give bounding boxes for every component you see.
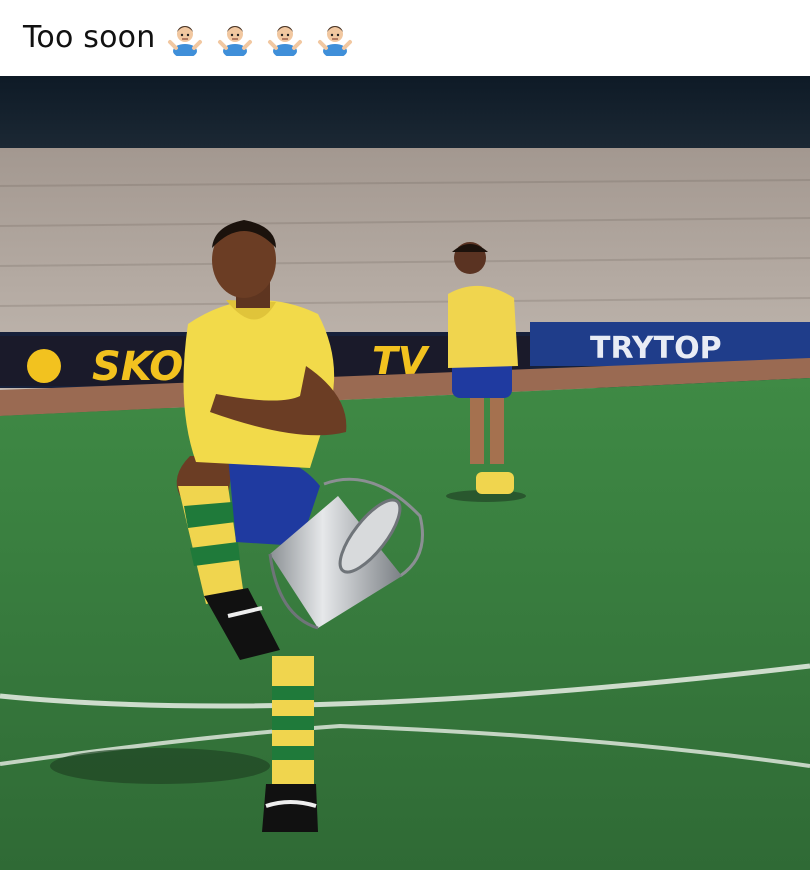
- post-photo: SKOL TV TRYTOP: [0, 76, 810, 870]
- ad-board-text-trytop: TRYTOP: [590, 331, 722, 366]
- post-caption-text: Too soon: [23, 20, 156, 55]
- stadium-roof: [0, 76, 810, 158]
- post-caption-bar: Too soon: [0, 0, 810, 76]
- man-shrugging-icon: [268, 26, 303, 56]
- man-shrugging-icon: [218, 26, 253, 56]
- grass-pitch: [0, 378, 810, 870]
- man-shrugging-icon: [318, 26, 353, 56]
- football-photo-illustration: SKOL TV TRYTOP: [0, 76, 810, 870]
- emoji-row: [167, 20, 353, 56]
- man-shrugging-icon: [168, 26, 203, 56]
